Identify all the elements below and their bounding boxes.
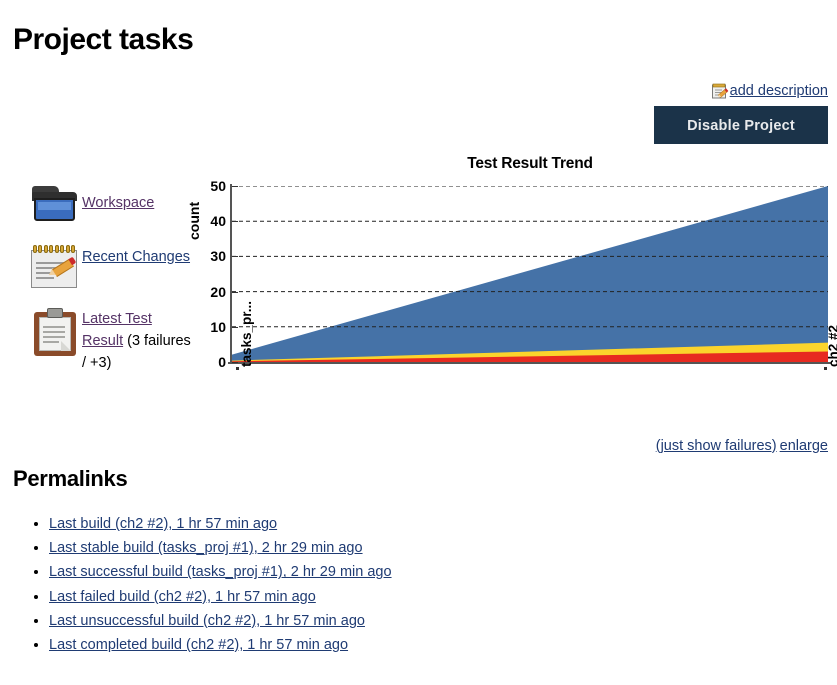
chart-x-label-right: ch2 #2 xyxy=(826,324,837,367)
permalinks-list: Last build (ch2 #2), 1 hr 57 min ago Last… xyxy=(13,512,392,657)
permalink-link[interactable]: Last successful build (tasks_proj #1), 2… xyxy=(49,564,392,580)
nav-label-latest-test-result: Latest Test Result (3 failures / +3) xyxy=(82,304,196,374)
chart-footer-links: (just show failures) enlarge xyxy=(653,438,828,454)
nav-label-workspace: Workspace xyxy=(82,180,154,214)
chart-area-passed xyxy=(232,186,828,362)
workspace-link[interactable]: Workspace xyxy=(82,195,154,211)
chart-x-label-left: tasks_pr... xyxy=(239,300,254,367)
nav-item-latest-test-result[interactable]: Latest Test Result (3 failures / +3) xyxy=(28,304,196,374)
permalink-link[interactable]: Last completed build (ch2 #2), 1 hr 57 m… xyxy=(49,637,348,653)
chart-y-tick: 30 xyxy=(210,248,226,265)
add-description-row[interactable]: add description xyxy=(711,81,828,101)
chart-title: Test Result Trend xyxy=(467,155,593,172)
nav-item-workspace[interactable]: Workspace xyxy=(28,180,196,228)
chart-y-tick: 40 xyxy=(210,213,226,230)
nav-label-recent-changes: Recent Changes xyxy=(82,242,190,268)
permalink-item: Last build (ch2 #2), 1 hr 57 min ago xyxy=(49,512,392,536)
chart-y-tick-mark xyxy=(232,362,238,363)
x-tick-left xyxy=(236,367,239,370)
chart-y-tick-mark xyxy=(232,326,238,328)
permalink-item: Last successful build (tasks_proj #1), 2… xyxy=(49,560,392,584)
permalink-link[interactable]: Last stable build (tasks_proj #1), 2 hr … xyxy=(49,540,363,556)
x-tick-right xyxy=(824,367,827,370)
chart-y-tick: 50 xyxy=(210,178,226,194)
chart-x-axis-line xyxy=(228,362,832,364)
page-title: Project tasks xyxy=(13,23,194,56)
just-show-failures-link[interactable]: (just show failures) xyxy=(656,438,777,454)
permalink-item: Last completed build (ch2 #2), 1 hr 57 m… xyxy=(49,633,392,657)
nav-item-recent-changes[interactable]: Recent Changes xyxy=(28,242,196,290)
permalink-item: Last unsuccessful build (ch2 #2), 1 hr 5… xyxy=(49,609,392,633)
permalinks-heading: Permalinks xyxy=(13,466,128,491)
permalink-link[interactable]: Last build (ch2 #2), 1 hr 57 min ago xyxy=(49,516,277,532)
folder-icon xyxy=(28,180,82,228)
chart-y-tick-mark xyxy=(232,221,238,223)
disable-project-button[interactable]: Disable Project xyxy=(654,106,828,144)
recent-changes-link[interactable]: Recent Changes xyxy=(82,249,190,265)
permalink-link[interactable]: Last unsuccessful build (ch2 #2), 1 hr 5… xyxy=(49,613,365,629)
enlarge-link[interactable]: enlarge xyxy=(780,438,828,454)
chart-y-tick: 20 xyxy=(210,283,226,300)
chart-y-tick: 0 xyxy=(218,354,226,370)
clipboard-icon xyxy=(28,304,82,356)
chart-y-tick-mark xyxy=(232,186,238,187)
permalink-item: Last stable build (tasks_proj #1), 2 hr … xyxy=(49,536,392,560)
permalink-link[interactable]: Last failed build (ch2 #2), 1 hr 57 min … xyxy=(49,589,316,605)
chart-y-tick-mark xyxy=(232,291,238,293)
side-nav: Workspace Recent Changes Latest Test Res… xyxy=(28,180,196,388)
chart-plot-area xyxy=(232,186,828,362)
notepad-pencil-icon xyxy=(711,83,729,100)
add-description-link[interactable]: add description xyxy=(730,83,828,99)
chart-y-tick: 10 xyxy=(210,318,226,335)
notepad-pencil-icon xyxy=(28,242,82,290)
chart-y-tick-mark xyxy=(232,256,238,258)
chart-y-tick-labels: 0 10 20 30 40 50 xyxy=(200,178,226,370)
permalink-item: Last failed build (ch2 #2), 1 hr 57 min … xyxy=(49,585,392,609)
